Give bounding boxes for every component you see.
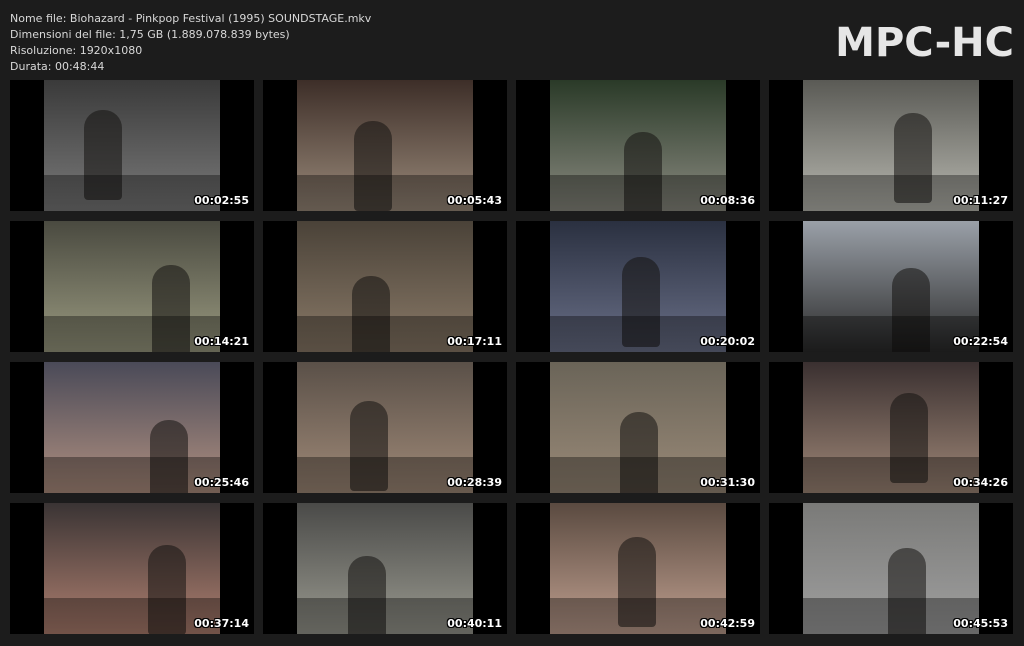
thumbnail-frame bbox=[44, 80, 220, 211]
thumbnail-frame bbox=[44, 221, 220, 352]
video-thumbnail[interactable]: 00:05:43 bbox=[263, 80, 507, 211]
thumbnail-timestamp: 00:31:30 bbox=[700, 476, 755, 489]
thumbnail-timestamp: 00:37:14 bbox=[194, 617, 249, 630]
thumbnail-timestamp: 00:34:26 bbox=[953, 476, 1008, 489]
thumbnail-frame bbox=[297, 80, 473, 211]
thumbnail-frame bbox=[550, 362, 726, 493]
thumbnail-frame bbox=[44, 362, 220, 493]
video-thumbnail[interactable]: 00:22:54 bbox=[769, 221, 1013, 352]
thumbnail-timestamp: 00:20:02 bbox=[700, 335, 755, 348]
video-thumbnail[interactable]: 00:42:59 bbox=[516, 503, 760, 634]
thumbnail-timestamp: 00:17:11 bbox=[447, 335, 502, 348]
thumbnail-frame bbox=[297, 503, 473, 634]
thumbnail-frame bbox=[550, 503, 726, 634]
video-thumbnail[interactable]: 00:25:46 bbox=[10, 362, 254, 493]
video-thumbnail[interactable]: 00:02:55 bbox=[10, 80, 254, 211]
thumbnail-timestamp: 00:02:55 bbox=[194, 194, 249, 207]
thumbnail-frame bbox=[803, 80, 979, 211]
thumbnail-timestamp: 00:11:27 bbox=[953, 194, 1008, 207]
thumbnail-frame bbox=[550, 80, 726, 211]
thumbnail-timestamp: 00:05:43 bbox=[447, 194, 502, 207]
video-thumbnail[interactable]: 00:34:26 bbox=[769, 362, 1013, 493]
thumbnail-frame bbox=[803, 503, 979, 634]
video-thumbnail[interactable]: 00:17:11 bbox=[263, 221, 507, 352]
video-thumbnail[interactable]: 00:45:53 bbox=[769, 503, 1013, 634]
thumbnail-timestamp: 00:08:36 bbox=[700, 194, 755, 207]
thumbnail-timestamp: 00:45:53 bbox=[953, 617, 1008, 630]
thumbnail-frame bbox=[297, 221, 473, 352]
thumbnail-frame bbox=[803, 362, 979, 493]
video-thumbnail[interactable]: 00:37:14 bbox=[10, 503, 254, 634]
video-thumbnail[interactable]: 00:08:36 bbox=[516, 80, 760, 211]
video-thumbnail[interactable]: 00:31:30 bbox=[516, 362, 760, 493]
thumbnail-frame bbox=[803, 221, 979, 352]
thumbnail-grid: 00:02:55 00:05:43 00:08:36 00:11:27 00:14:21… bbox=[0, 0, 1024, 646]
video-thumbnail[interactable]: 00:28:39 bbox=[263, 362, 507, 493]
thumbnail-timestamp: 00:40:11 bbox=[447, 617, 502, 630]
thumbnail-timestamp: 00:28:39 bbox=[447, 476, 502, 489]
thumbnail-frame bbox=[550, 221, 726, 352]
video-thumbnail[interactable]: 00:20:02 bbox=[516, 221, 760, 352]
thumbnail-frame bbox=[297, 362, 473, 493]
video-thumbnail[interactable]: 00:40:11 bbox=[263, 503, 507, 634]
thumbnail-timestamp: 00:22:54 bbox=[953, 335, 1008, 348]
video-thumbnail[interactable]: 00:11:27 bbox=[769, 80, 1013, 211]
thumbnail-timestamp: 00:25:46 bbox=[194, 476, 249, 489]
video-thumbnail[interactable]: 00:14:21 bbox=[10, 221, 254, 352]
thumbnail-frame bbox=[44, 503, 220, 634]
thumbnail-timestamp: 00:14:21 bbox=[194, 335, 249, 348]
thumbnail-timestamp: 00:42:59 bbox=[700, 617, 755, 630]
